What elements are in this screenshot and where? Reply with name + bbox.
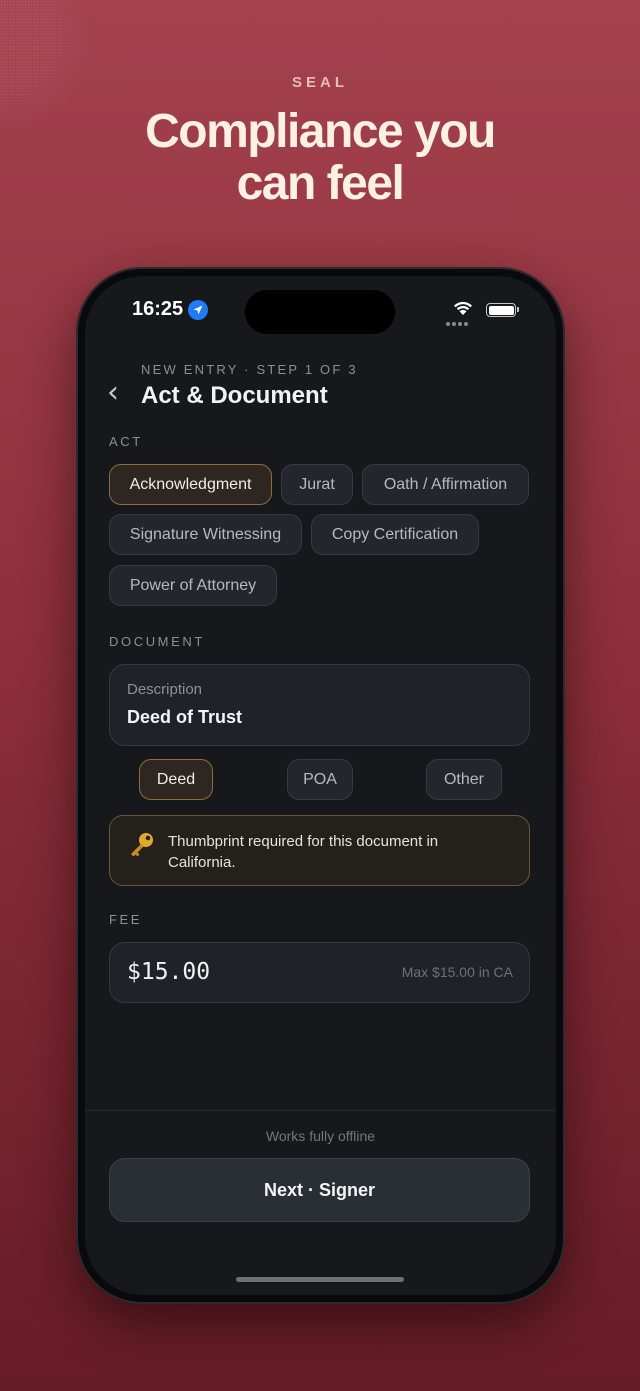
act-chip-acknowledgment[interactable]: Acknowledgment — [109, 464, 272, 505]
page-title: Act & Document — [141, 382, 328, 409]
next-button[interactable]: Next · Signer — [109, 1158, 530, 1222]
act-chip-oath-affirmation[interactable]: Oath / Affirmation — [362, 464, 529, 505]
fee-section-label: FEE — [109, 912, 143, 927]
description-value: Deed of Trust — [127, 707, 243, 727]
wifi-icon — [452, 300, 474, 321]
offline-note: Works fully offline — [265, 1128, 376, 1144]
back-button[interactable]: ‹ — [107, 378, 127, 408]
headline-line-1: Compliance you — [145, 105, 496, 158]
chevron-left-icon: ‹ — [107, 375, 119, 410]
act-chip-jurat[interactable]: Jurat — [281, 464, 353, 505]
doc-type-poa[interactable]: POA — [287, 759, 353, 800]
dynamic-island — [245, 290, 395, 334]
home-indicator — [236, 1277, 404, 1282]
battery-icon — [486, 303, 519, 317]
description-label: Description — [127, 681, 203, 698]
phone-frame: 16:25 ‹ NEW ENTRY · STEP 1 OF 3 Act & Do… — [76, 267, 565, 1304]
act-chip-power-of-attorney[interactable]: Power of Attorney — [109, 565, 277, 606]
act-section-label: ACT — [109, 434, 143, 449]
status-time: 16:25 — [132, 298, 184, 320]
fee-max-note: Max $15.00 in CA — [401, 964, 513, 980]
brand-name: SEAL — [291, 74, 348, 91]
location-arrow-icon — [188, 300, 208, 320]
fee-input[interactable]: $15.00 Max $15.00 in CA — [109, 942, 530, 1003]
app-screen: 16:25 ‹ NEW ENTRY · STEP 1 OF 3 Act & Do… — [85, 276, 556, 1295]
thumbprint-notice: Thumbprint required for this document in… — [109, 815, 530, 886]
headline-line-2: can feel — [236, 157, 405, 210]
act-chip-copy-certification[interactable]: Copy Certification — [311, 514, 479, 555]
step-indicator: NEW ENTRY · STEP 1 OF 3 — [141, 362, 358, 377]
description-field[interactable]: Description Deed of Trust — [109, 664, 530, 746]
doc-type-deed[interactable]: Deed — [139, 759, 213, 800]
doc-type-other[interactable]: Other — [426, 759, 502, 800]
key-icon — [126, 830, 156, 865]
document-section-label: DOCUMENT — [109, 634, 205, 649]
footer-divider — [85, 1110, 556, 1111]
marketing-headline: Compliance you can feel — [0, 106, 640, 210]
act-chip-signature-witnessing[interactable]: Signature Witnessing — [109, 514, 302, 555]
notice-text: Thumbprint required for this document in… — [168, 833, 439, 871]
fee-value: $15.00 — [127, 959, 211, 985]
